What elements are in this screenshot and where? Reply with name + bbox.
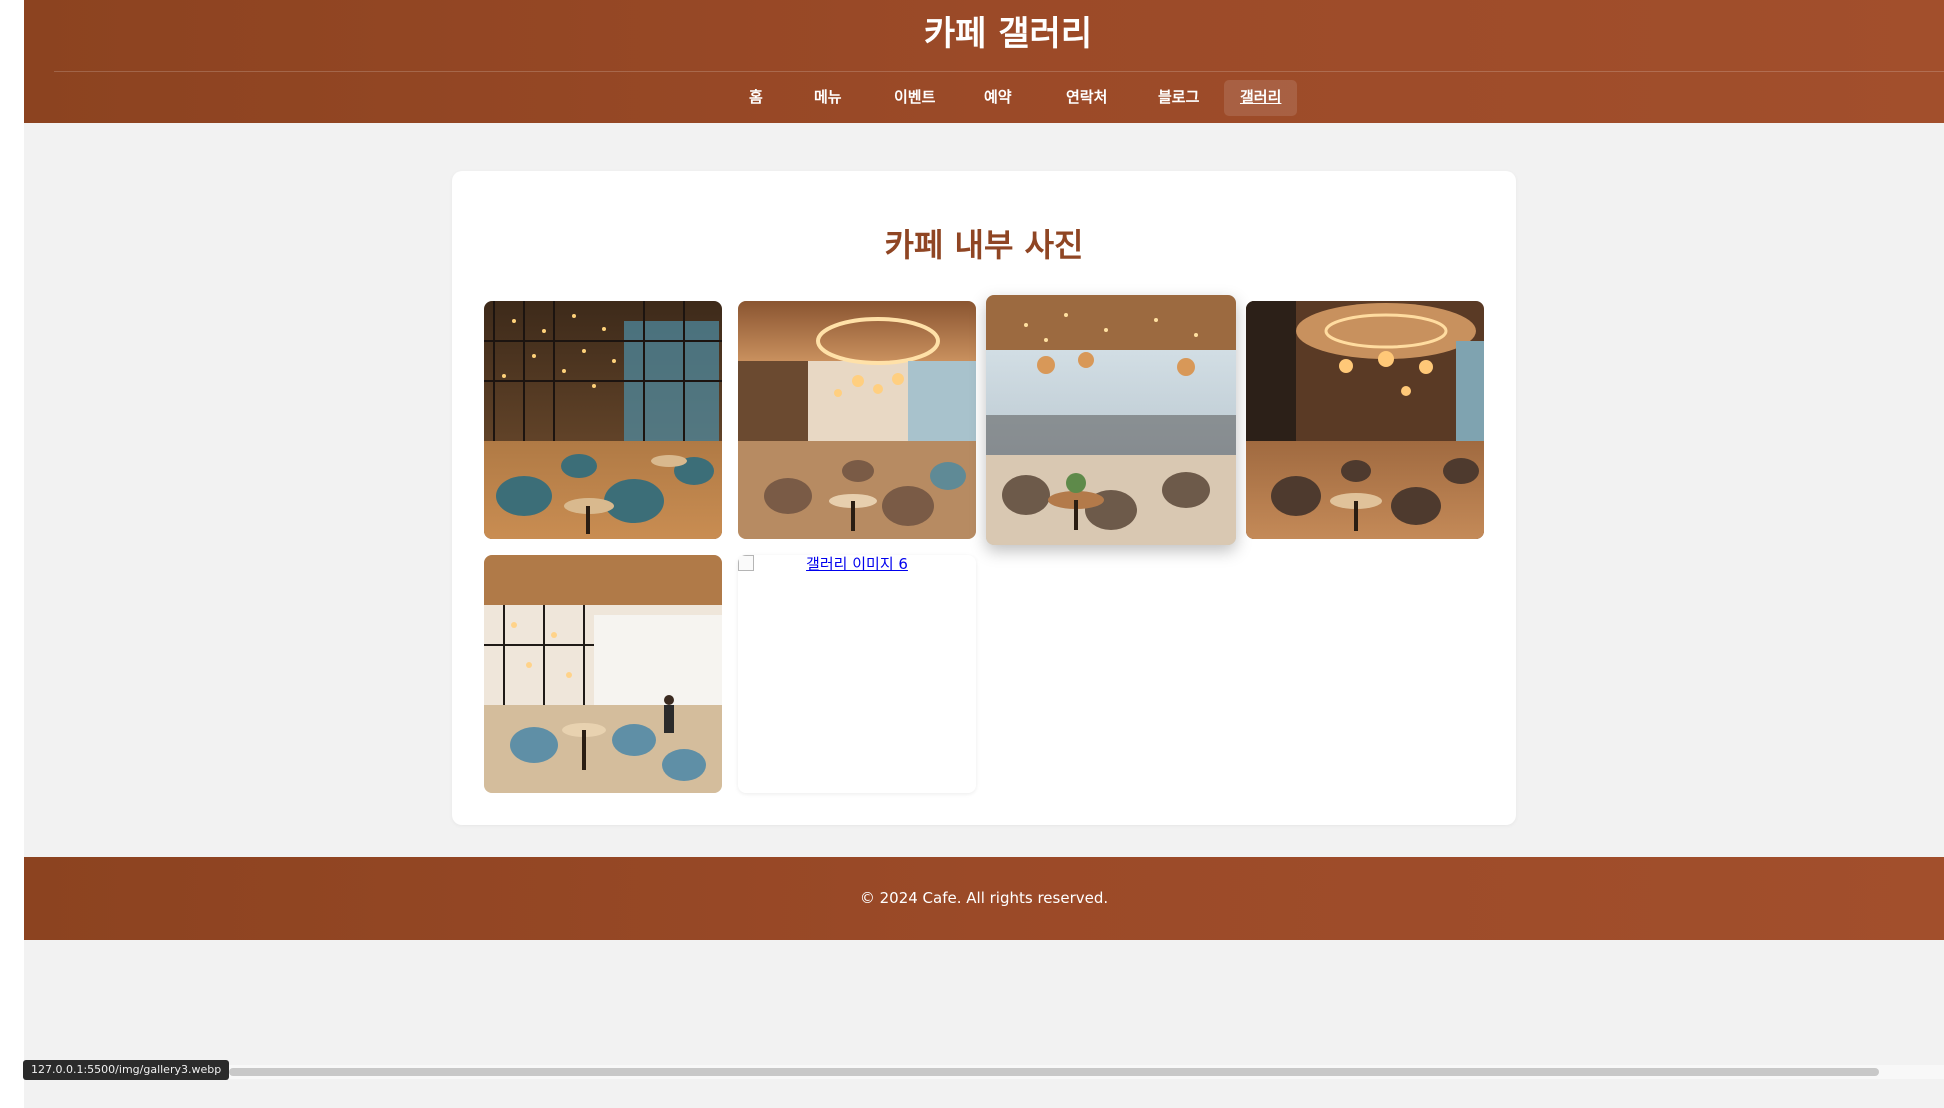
cafe-interior-photo-4: [1246, 301, 1484, 539]
gallery-image-5[interactable]: [484, 555, 722, 793]
header-divider: [54, 71, 1944, 72]
gallery-card: 카페 내부 사진 갤러리 이미지 6: [452, 171, 1516, 825]
gallery-image-3[interactable]: [986, 295, 1236, 545]
broken-image-alt-text[interactable]: 갤러리 이미지 6: [738, 555, 976, 573]
nav-reservation[interactable]: 예약: [968, 80, 1028, 116]
nav-gallery[interactable]: 갤러리: [1224, 80, 1298, 116]
horizontal-scrollbar[interactable]: [24, 1065, 1944, 1079]
gallery-image-6-broken[interactable]: 갤러리 이미지 6: [738, 555, 976, 793]
horizontal-scrollbar-thumb[interactable]: [229, 1068, 1879, 1076]
window-edge: [0, 0, 24, 1108]
gallery-image-4[interactable]: [1246, 301, 1484, 539]
link-status-url: 127.0.0.1:5500/img/gallery3.webp: [23, 1060, 230, 1080]
gallery-image-2[interactable]: [738, 301, 976, 539]
page: 카페 갤러리 홈 메뉴 이벤트 예약 연락처 블로그 갤러리 카페 내부 사진: [24, 0, 1944, 1108]
footer-copyright: © 2024 Cafe. All rights reserved.: [859, 889, 1109, 907]
nav-events[interactable]: 이벤트: [878, 80, 951, 116]
nav-contact[interactable]: 연락처: [1050, 80, 1123, 116]
nav-home[interactable]: 홈: [733, 80, 779, 116]
nav-blog[interactable]: 블로그: [1142, 80, 1215, 116]
cafe-interior-photo-2: [738, 301, 976, 539]
cafe-interior-photo-1: [484, 301, 722, 539]
cafe-interior-photo-5: [484, 555, 722, 793]
gallery-image-1[interactable]: [484, 301, 722, 539]
site-header: 카페 갤러리 홈 메뉴 이벤트 예약 연락처 블로그 갤러리: [24, 0, 1944, 123]
nav-menu[interactable]: 메뉴: [798, 80, 858, 116]
site-title: 카페 갤러리: [923, 14, 1093, 54]
cafe-interior-photo-3: [986, 295, 1236, 545]
site-footer: © 2024 Cafe. All rights reserved.: [24, 857, 1944, 940]
main-nav: 홈 메뉴 이벤트 예약 연락처 블로그 갤러리: [24, 80, 1944, 116]
gallery-title: 카페 내부 사진: [884, 226, 1084, 264]
